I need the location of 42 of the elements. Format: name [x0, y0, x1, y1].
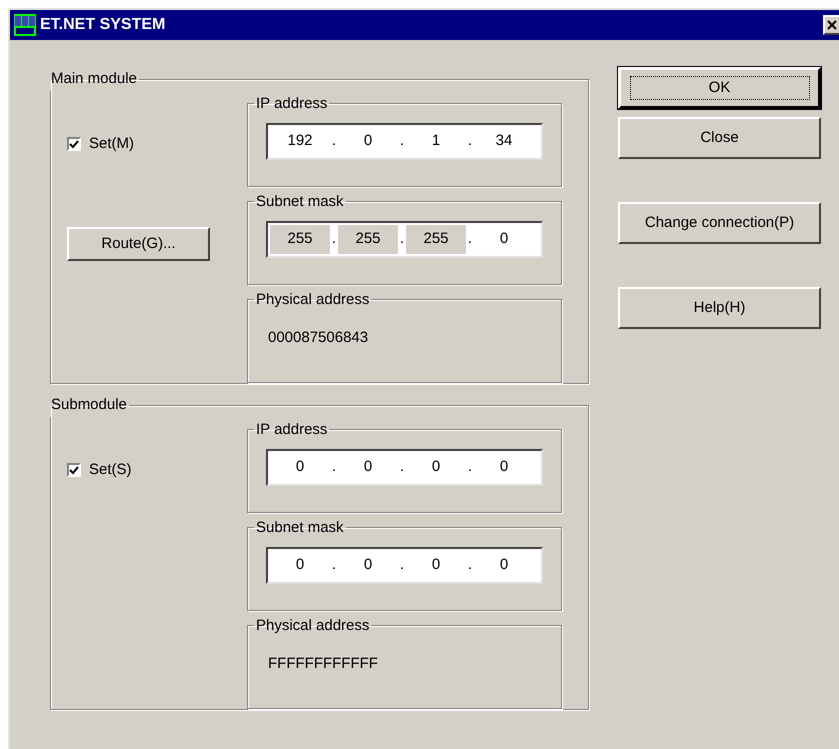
- physical-address-value: FFFFFFFFFFFF: [268, 654, 379, 674]
- group-label: Submodule: [50, 395, 128, 415]
- octet-separator: .: [466, 457, 474, 478]
- group-label: Physical address: [255, 616, 370, 636]
- octet-separator: .: [466, 229, 474, 250]
- route-button[interactable]: Route(G)...: [67, 227, 210, 261]
- octet-value[interactable]: 255: [406, 225, 466, 254]
- ip-address-field[interactable]: 255 . 255 . 255 . 0: [266, 221, 543, 258]
- octet-separator: .: [330, 555, 338, 576]
- group-label: IP address: [255, 420, 328, 440]
- group-label: Subnet mask: [255, 192, 345, 212]
- close-icon: [827, 20, 837, 30]
- close-button[interactable]: [823, 15, 839, 35]
- group-label: Subnet mask: [255, 518, 345, 538]
- window-title: ET.NET SYSTEM: [40, 15, 166, 35]
- set-checkbox[interactable]: Set(S): [67, 458, 247, 481]
- physical-address-value: 000087506843: [268, 328, 370, 348]
- dialog-button[interactable]: Help(H): [618, 287, 821, 329]
- octet-separator: .: [398, 229, 406, 250]
- ip-address-field[interactable]: 0 . 0 . 0 . 0: [266, 449, 543, 486]
- octet-separator: .: [398, 131, 406, 152]
- dialog-button[interactable]: OK: [618, 67, 821, 109]
- group-label: Physical address: [255, 290, 370, 310]
- octet-value[interactable]: 255: [338, 225, 398, 254]
- dialog-button[interactable]: Change connection(P): [618, 202, 821, 244]
- dialog-button[interactable]: Close: [618, 117, 821, 159]
- octet-separator: .: [466, 555, 474, 576]
- octet-separator: .: [466, 131, 474, 152]
- group-label: Main module: [50, 69, 138, 89]
- octet-separator: .: [330, 229, 338, 250]
- app-icon: [14, 14, 36, 36]
- octet-value[interactable]: 255: [270, 225, 330, 254]
- group-label: IP address: [255, 94, 328, 114]
- ip-address-field[interactable]: 192 . 0 . 1 . 34: [266, 123, 543, 160]
- ip-address-field[interactable]: 0 . 0 . 0 . 0: [266, 547, 543, 584]
- octet-separator: .: [398, 457, 406, 478]
- octet-separator: .: [398, 555, 406, 576]
- set-checkbox[interactable]: Set(M): [67, 132, 247, 155]
- check-icon: [69, 464, 79, 475]
- octet-separator: .: [330, 457, 338, 478]
- octet-separator: .: [330, 131, 338, 152]
- check-icon: [69, 138, 79, 149]
